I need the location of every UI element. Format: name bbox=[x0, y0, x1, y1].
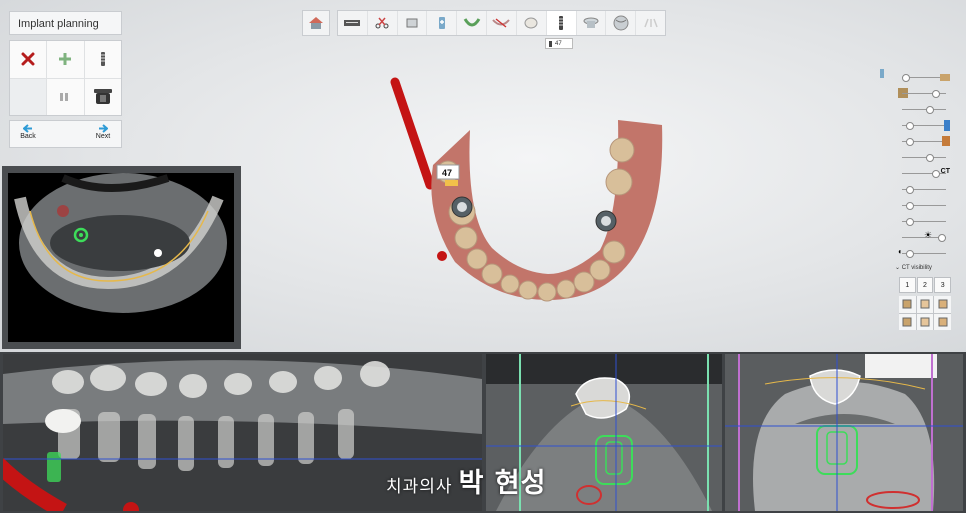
opacity-slider-model[interactable] bbox=[880, 88, 952, 100]
axial-ct-image bbox=[8, 173, 234, 342]
tooth-label-marker bbox=[445, 180, 458, 186]
ct-label: CT bbox=[940, 168, 950, 175]
view-bottom-button[interactable] bbox=[916, 313, 934, 330]
cross-section-view-2[interactable] bbox=[725, 354, 963, 511]
view-right-button[interactable] bbox=[934, 296, 951, 313]
tooth-label: 47 bbox=[442, 168, 452, 178]
opacity-slider-crown[interactable] bbox=[880, 104, 952, 116]
opacity-slider-nerve[interactable] bbox=[880, 152, 952, 164]
layout-button-3[interactable]: 3 bbox=[934, 277, 951, 293]
opacity-slider-bone[interactable] bbox=[880, 184, 952, 196]
sleeve-orange-icon bbox=[942, 136, 950, 146]
drill-axis bbox=[390, 77, 435, 190]
cube-back-icon bbox=[938, 317, 948, 327]
layout-buttons: 1 2 3 bbox=[899, 277, 951, 293]
layout-button-2[interactable]: 2 bbox=[916, 277, 934, 293]
cube-top-icon bbox=[902, 317, 912, 327]
model-icon bbox=[940, 74, 950, 81]
ct-visibility-toggle[interactable]: ⌄ CT visibility bbox=[895, 264, 932, 271]
implant-small-icon bbox=[880, 69, 884, 78]
layout-button-1[interactable]: 1 bbox=[899, 277, 916, 293]
view-orientation-buttons bbox=[899, 296, 951, 330]
opacity-slider-implant[interactable] bbox=[880, 120, 952, 132]
cube-right-icon bbox=[938, 299, 948, 309]
cube-front-icon bbox=[902, 299, 912, 309]
implant-site-2-core bbox=[601, 216, 611, 226]
drill-tip bbox=[437, 251, 447, 261]
cube-bottom-icon bbox=[920, 317, 930, 327]
watermark-small: 치과의사 bbox=[386, 477, 453, 496]
opacity-slider-soft[interactable] bbox=[880, 200, 952, 212]
opacity-slider-teeth[interactable] bbox=[880, 216, 952, 228]
axial-ct-viewer[interactable] bbox=[2, 166, 241, 349]
view-top-button[interactable] bbox=[899, 313, 916, 330]
opacity-slider-ct[interactable]: CT bbox=[880, 168, 952, 180]
opacity-slider-scan[interactable] bbox=[880, 69, 952, 84]
watermark-big: 박 현성 bbox=[458, 468, 547, 499]
brightness-slider[interactable]: ☀ bbox=[880, 230, 952, 244]
implant-blue-icon bbox=[944, 120, 950, 131]
view-left-button[interactable] bbox=[916, 296, 934, 313]
chevron-down-icon: ⌄ bbox=[895, 265, 901, 271]
cube-left-icon bbox=[920, 299, 930, 309]
implant-site-1-core bbox=[457, 202, 467, 212]
view-front-button[interactable] bbox=[899, 296, 916, 313]
contrast-slider[interactable]: ◐ bbox=[880, 247, 952, 260]
ct-visibility-label: CT visibility bbox=[901, 265, 932, 271]
contrast-icon: ◐ bbox=[898, 247, 903, 256]
watermark: 치과의사 박 현성 bbox=[386, 470, 546, 497]
view-back-button[interactable] bbox=[934, 313, 951, 330]
sun-icon: ☀ bbox=[924, 230, 933, 240]
opacity-slider-sleeve[interactable] bbox=[880, 136, 952, 148]
